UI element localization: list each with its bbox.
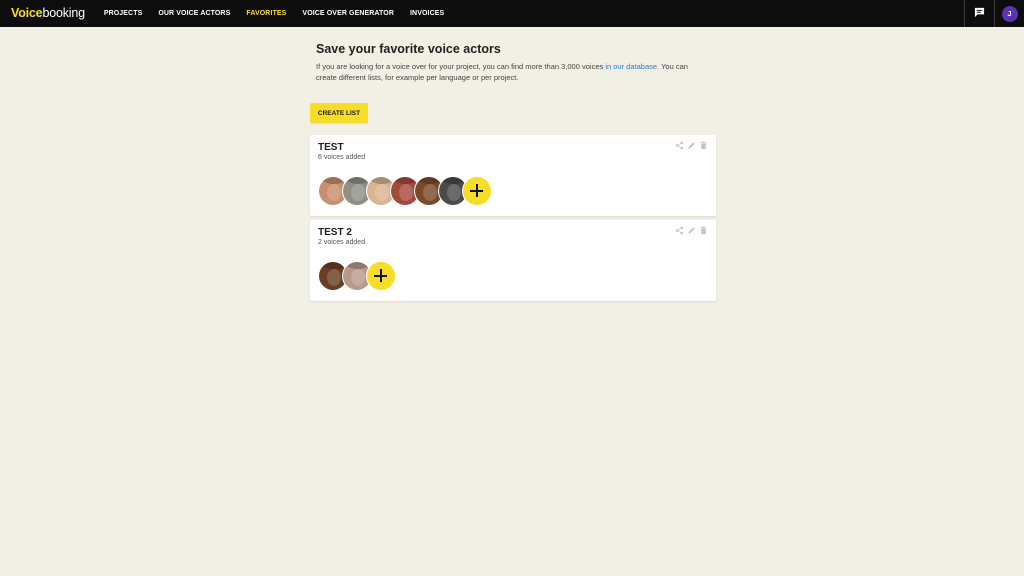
main-nav: PROJECTS OUR VOICE ACTORS FAVORITES VOIC… xyxy=(104,10,460,17)
list-name: TEST 2 xyxy=(318,227,352,238)
share-icon[interactable] xyxy=(675,141,684,150)
share-icon[interactable] xyxy=(675,226,684,235)
list-actions xyxy=(675,141,708,150)
actor-avatars xyxy=(318,176,492,206)
edit-icon[interactable] xyxy=(687,141,696,150)
chat-icon xyxy=(974,5,985,23)
add-voice-button[interactable] xyxy=(462,176,492,206)
list-count: 6 voices added xyxy=(318,154,366,161)
nav-favorites[interactable]: FAVORITES xyxy=(246,10,286,17)
add-voice-button[interactable] xyxy=(366,261,396,291)
nav-voice-over-generator[interactable]: VOICE OVER GENERATOR xyxy=(302,10,394,17)
chat-button[interactable] xyxy=(964,0,994,27)
voicebooking-logo[interactable]: Voicebooking xyxy=(11,7,85,20)
favorites-content: Save your favorite voice actors If you a… xyxy=(310,42,716,123)
list-name: TEST xyxy=(318,142,344,153)
favorite-list-card: TEST 6 voices added xyxy=(310,135,716,216)
user-menu-button[interactable]: J xyxy=(994,0,1024,27)
page-title: Save your favorite voice actors xyxy=(316,42,501,56)
intro-text-before: If you are looking for a voice over for … xyxy=(316,62,606,71)
nav-invoices[interactable]: INVOICES xyxy=(410,10,444,17)
favorite-list-card: TEST 2 2 voices added xyxy=(310,220,716,301)
top-navbar: Voicebooking PROJECTS OUR VOICE ACTORS F… xyxy=(0,0,1024,27)
edit-icon[interactable] xyxy=(687,226,696,235)
nav-our-voice-actors[interactable]: OUR VOICE ACTORS xyxy=(158,10,230,17)
logo-part-booking: booking xyxy=(42,6,85,21)
list-count: 2 voices added xyxy=(318,239,366,246)
actor-avatars xyxy=(318,261,396,291)
logo-part-voice: Voice xyxy=(11,6,43,21)
user-avatar: J xyxy=(1001,5,1018,22)
intro-text: If you are looking for a voice over for … xyxy=(316,61,708,83)
create-list-button[interactable]: CREATE LIST xyxy=(310,103,368,123)
trash-icon[interactable] xyxy=(699,226,708,235)
topbar-actions: J xyxy=(964,0,1024,27)
nav-projects[interactable]: PROJECTS xyxy=(104,10,143,17)
database-link[interactable]: in our database xyxy=(605,62,657,71)
trash-icon[interactable] xyxy=(699,141,708,150)
list-actions xyxy=(675,226,708,235)
